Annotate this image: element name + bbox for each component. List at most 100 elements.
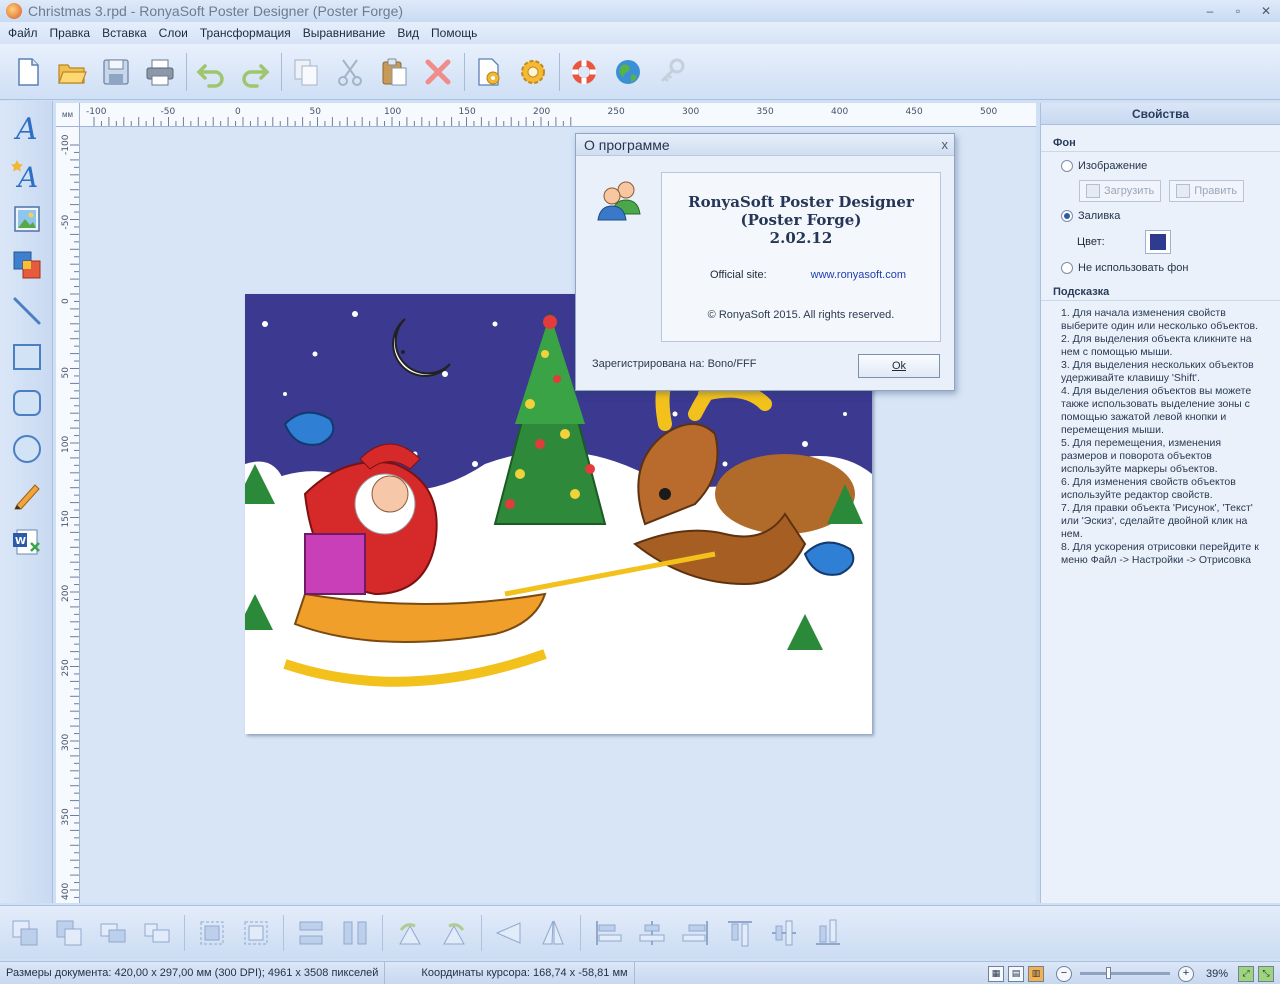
align-right-icon	[682, 920, 708, 945]
flip-horizontal-button[interactable]	[492, 913, 526, 953]
radio-none[interactable]	[1061, 262, 1073, 274]
rotate-right-icon	[443, 922, 465, 944]
text-tool[interactable]: A	[7, 107, 47, 147]
official-site-link[interactable]: www.ronyasoft.com	[811, 269, 906, 281]
delete-button[interactable]	[420, 52, 456, 92]
actual-size-button[interactable]: ⤡	[1258, 965, 1274, 982]
rectangle-tool[interactable]	[7, 337, 47, 377]
ruler-label: 500	[980, 107, 997, 117]
fit-page-button[interactable]: ⤢	[1238, 965, 1254, 982]
background-image-option[interactable]: Изображение	[1041, 160, 1280, 172]
view-rulers-button[interactable]: ▥	[1027, 965, 1044, 982]
redo-button[interactable]	[237, 52, 273, 92]
about-close-button[interactable]: x	[942, 137, 949, 152]
print-icon	[146, 59, 174, 85]
send-backward-button[interactable]	[140, 913, 174, 953]
clipart-tool[interactable]	[7, 245, 47, 285]
line-tool[interactable]	[7, 291, 47, 331]
undo-button[interactable]	[193, 52, 229, 92]
align-bottom-button[interactable]	[811, 913, 845, 953]
cut-button[interactable]	[332, 52, 368, 92]
bring-to-front-button[interactable]	[8, 913, 42, 953]
save-button[interactable]	[98, 52, 134, 92]
align-left-button[interactable]	[591, 913, 625, 953]
align-top-button[interactable]	[723, 913, 757, 953]
same-width-button[interactable]	[294, 913, 328, 953]
toolbar-separator	[481, 914, 482, 951]
zoom-in-button[interactable]: +	[1177, 965, 1194, 982]
menu-transform[interactable]: Трансформация	[194, 22, 297, 44]
zoom-slider-thumb[interactable]	[1105, 967, 1111, 979]
ruler-label: 200	[61, 585, 71, 602]
rotate-left-icon	[399, 922, 421, 944]
ruler-label: 100	[384, 107, 401, 117]
image-tool[interactable]	[7, 199, 47, 239]
flip-vertical-icon	[542, 920, 564, 944]
rounded-rectangle-tool[interactable]	[7, 383, 47, 423]
website-button[interactable]	[610, 52, 646, 92]
register-button[interactable]	[654, 52, 690, 92]
radio-none-label: Не использовать фон	[1078, 262, 1189, 274]
align-center-button[interactable]	[635, 913, 669, 953]
settings-button[interactable]	[515, 52, 551, 92]
align-right-button[interactable]	[679, 913, 713, 953]
word-import-tool[interactable]: W	[7, 521, 47, 561]
menu-insert[interactable]: Вставка	[96, 22, 153, 44]
copy-button[interactable]	[288, 52, 324, 92]
toolbar-separator	[464, 52, 465, 91]
zoom-out-button[interactable]: −	[1055, 965, 1072, 982]
hint-section-title: Подсказка	[1041, 286, 1280, 301]
pencil-tool[interactable]	[7, 475, 47, 515]
radio-fill[interactable]	[1061, 210, 1073, 222]
menu-edit[interactable]: Правка	[44, 22, 97, 44]
hint-item: 4. Для выделения объектов вы можете такж…	[1061, 385, 1252, 436]
hint-item: 8. Для ускорения отрисовки перейдите к м…	[1061, 541, 1259, 566]
vertical-ruler-ticks: -100 -50 0 50 100 150 200 250 300 350 400	[61, 134, 79, 900]
send-to-back-button[interactable]	[52, 913, 86, 953]
ok-button[interactable]: Ok	[858, 354, 940, 378]
ruler-label: 400	[61, 883, 71, 900]
menu-layers[interactable]: Слои	[153, 22, 194, 44]
load-image-button[interactable]: Загрузить	[1079, 180, 1162, 202]
copyright-text: © RonyaSoft 2015. All rights reserved.	[707, 309, 895, 321]
ungroup-button[interactable]	[239, 913, 273, 953]
curved-text-tool[interactable]: A	[7, 153, 47, 193]
menu-view[interactable]: Вид	[391, 22, 425, 44]
view-grid-button[interactable]: ▦	[987, 965, 1004, 982]
color-picker-button[interactable]	[1144, 230, 1171, 254]
background-fill-option[interactable]: Заливка	[1041, 210, 1280, 222]
help-button[interactable]	[566, 52, 602, 92]
page-settings-button[interactable]	[471, 52, 507, 92]
print-button[interactable]	[142, 52, 178, 92]
open-button[interactable]	[54, 52, 90, 92]
ellipse-tool[interactable]	[7, 429, 47, 469]
minimize-button[interactable]: –	[1196, 0, 1224, 22]
ruler-label: -50	[61, 215, 71, 230]
rotate-left-button[interactable]	[393, 913, 427, 953]
no-background-option[interactable]: Не использовать фон	[1041, 262, 1280, 274]
hint-item: 5. Для перемещения, изменения размеров и…	[1061, 437, 1222, 475]
flip-vertical-button[interactable]	[536, 913, 570, 953]
ruler-label: 350	[61, 808, 71, 825]
align-middle-button[interactable]	[767, 913, 801, 953]
paste-button[interactable]	[376, 52, 412, 92]
same-height-button[interactable]	[338, 913, 372, 953]
zoom-slider[interactable]	[1079, 967, 1170, 979]
new-document-button[interactable]	[10, 52, 46, 92]
view-snap-button[interactable]: ▤	[1007, 965, 1024, 982]
bring-forward-button[interactable]	[96, 913, 130, 953]
maximize-button[interactable]: ▫	[1224, 0, 1252, 22]
color-swatch	[1149, 234, 1166, 250]
load-image-label: Загрузить	[1104, 185, 1155, 197]
menu-file[interactable]: Файл	[2, 22, 44, 44]
undo-icon	[196, 63, 224, 88]
group-button[interactable]	[195, 913, 229, 953]
edit-image-label: Править	[1194, 185, 1238, 197]
edit-image-button[interactable]: Править	[1169, 180, 1245, 202]
menu-help[interactable]: Помощь	[425, 22, 483, 44]
menu-align[interactable]: Выравнивание	[297, 22, 392, 44]
close-window-button[interactable]: ✕	[1252, 0, 1280, 22]
ruler-label: 250	[61, 659, 71, 676]
rotate-right-button[interactable]	[437, 913, 471, 953]
radio-image[interactable]	[1061, 160, 1073, 172]
